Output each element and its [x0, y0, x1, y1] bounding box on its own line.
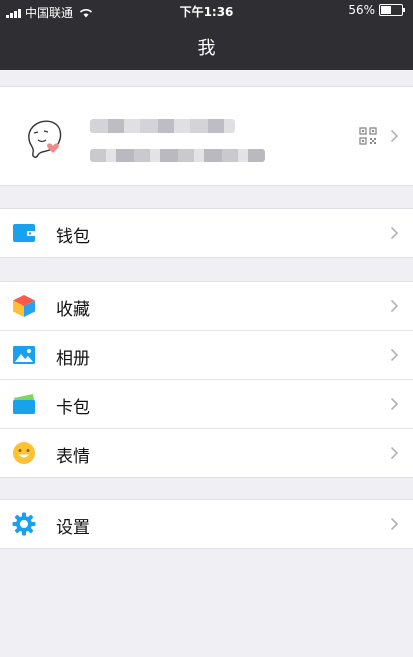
- menu-label: 收藏: [56, 300, 90, 320]
- album-photo-icon: [13, 346, 35, 364]
- menu-label: 卡包: [56, 398, 90, 418]
- menu-item-favorites[interactable]: 收藏: [0, 282, 413, 331]
- menu-label: 钱包: [56, 227, 90, 247]
- profile-card[interactable]: [0, 86, 413, 186]
- chevron-right-icon: [390, 129, 399, 143]
- page-title: 我: [197, 38, 216, 59]
- wallet-icon: [13, 224, 35, 242]
- collection-group: 收藏 相册 卡包 表情: [0, 281, 413, 478]
- chevron-right-icon: [390, 446, 399, 460]
- chevron-right-icon: [390, 348, 399, 362]
- qr-code-icon[interactable]: [359, 127, 377, 145]
- menu-item-settings[interactable]: 设置: [0, 500, 413, 548]
- chevron-right-icon: [390, 517, 399, 531]
- emoji-smile-icon: [13, 442, 35, 464]
- card-pack-icon: [13, 394, 35, 414]
- menu-label: 表情: [56, 447, 90, 467]
- chevron-right-icon: [390, 299, 399, 313]
- avatar: [28, 120, 62, 158]
- navigation-bar: 中国联通 下午1:36 56% 我: [0, 0, 413, 70]
- menu-item-album[interactable]: 相册: [0, 331, 413, 380]
- blurred-wechat-id: [90, 149, 265, 162]
- favorites-cube-icon: [13, 295, 35, 317]
- menu-item-emoji[interactable]: 表情: [0, 429, 413, 477]
- menu-label: 相册: [56, 349, 90, 369]
- battery-group: 56%: [348, 3, 405, 17]
- status-bar: 中国联通 下午1:36 56%: [0, 0, 413, 22]
- blurred-nickname: [90, 119, 235, 133]
- battery-percent: 56%: [348, 3, 375, 17]
- chevron-right-icon: [390, 226, 399, 240]
- menu-item-card-pack[interactable]: 卡包: [0, 380, 413, 429]
- battery-icon: [379, 4, 405, 16]
- chevron-right-icon: [390, 397, 399, 411]
- menu-item-wallet[interactable]: 钱包: [0, 209, 413, 257]
- settings-group: 设置: [0, 499, 413, 549]
- menu-label: 设置: [56, 518, 90, 538]
- wallet-group: 钱包: [0, 208, 413, 258]
- settings-gear-icon: [12, 512, 36, 536]
